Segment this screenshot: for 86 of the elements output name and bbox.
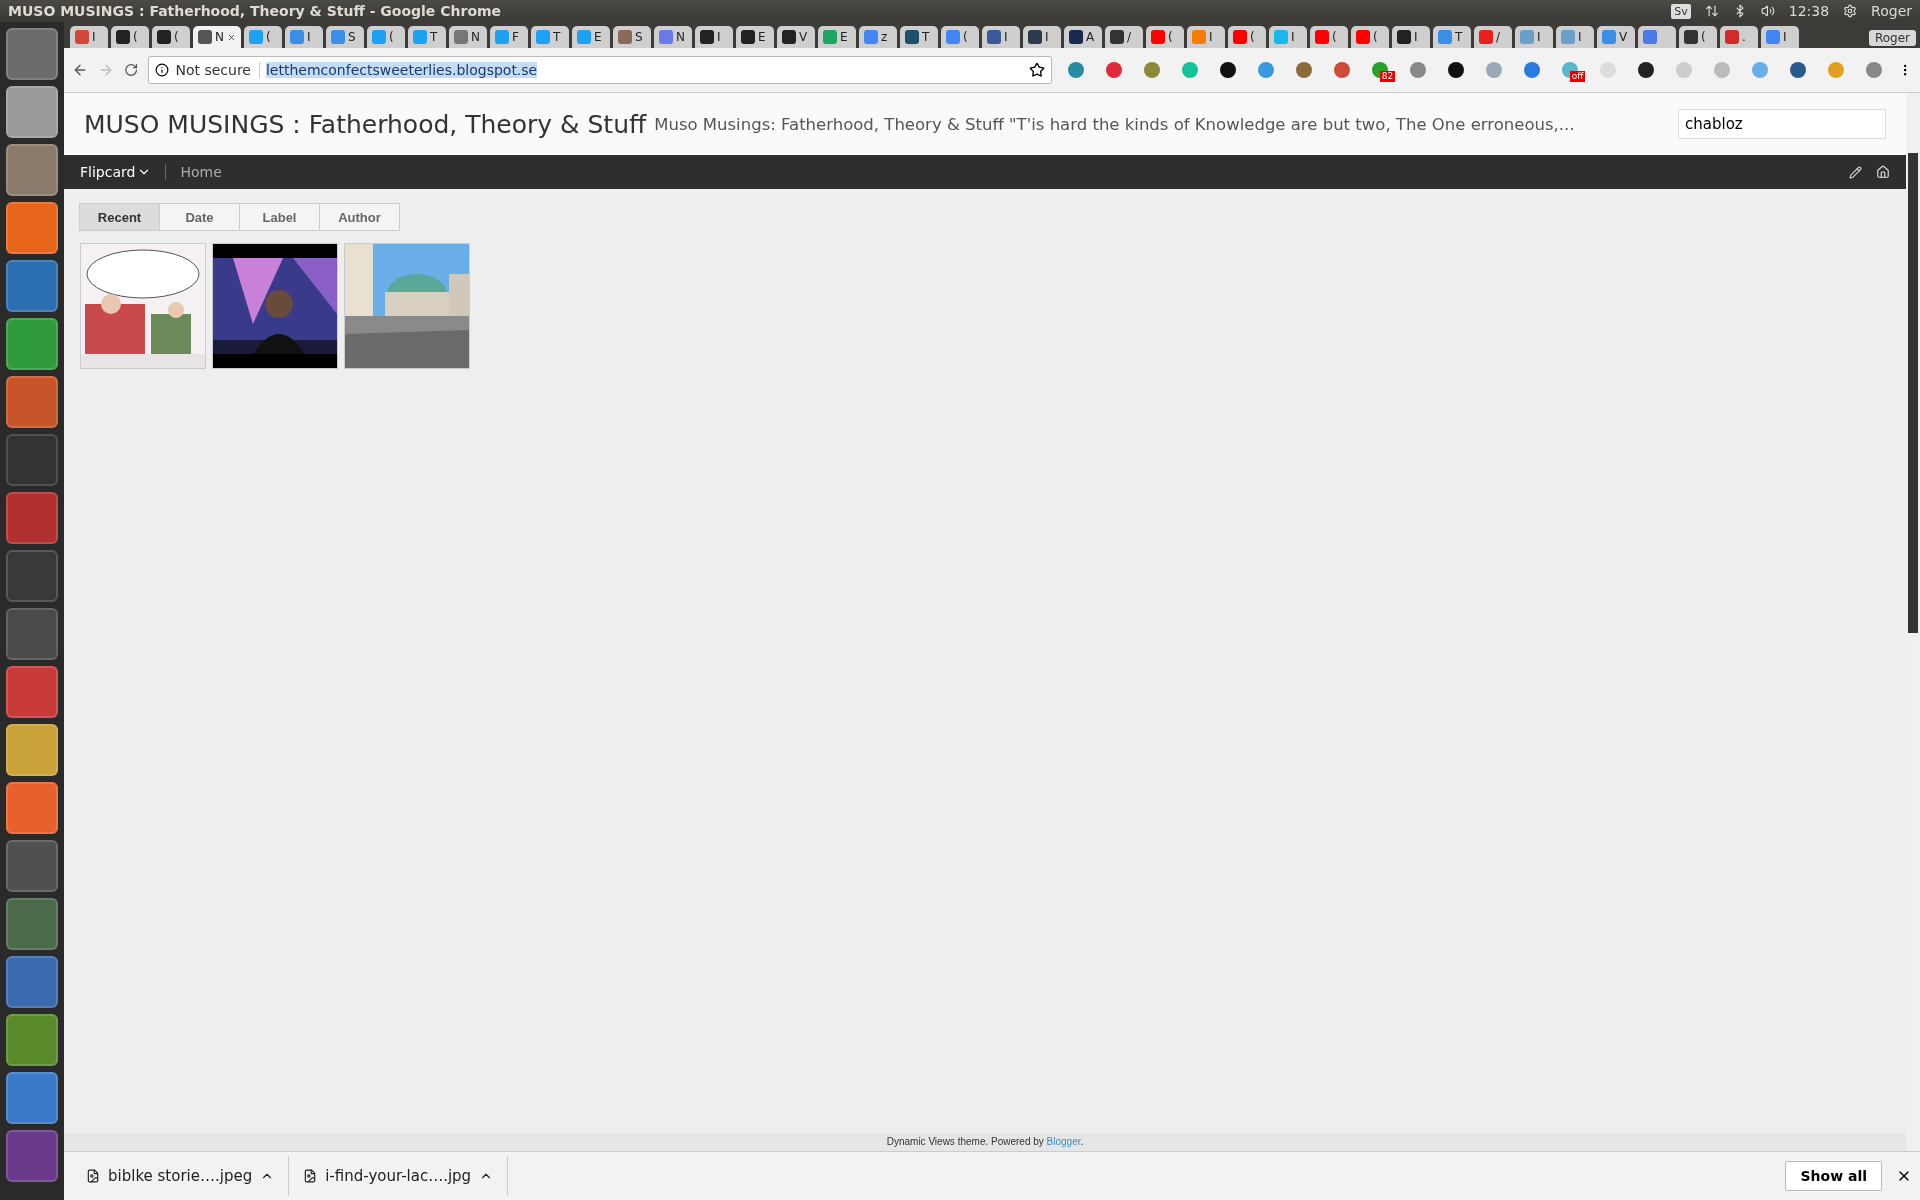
browser-tab[interactable]: ( [367,26,405,48]
blog-description: Muso Musings: Fatherhood, Theory & Stuff "T'is hard the kinds of Knowledge are but two, The One erroneous,... [654,114,1576,134]
app-launcher-icon[interactable] [6,550,58,602]
user-name[interactable]: Roger [1871,3,1912,19]
browser-tab[interactable]: I [695,26,733,48]
app-launcher-icon[interactable] [6,840,58,892]
network-icon[interactable] [1704,4,1719,18]
browser-tab[interactable]: ( [152,26,190,48]
extension-icon[interactable] [1637,62,1654,78]
browser-tab[interactable]: S [613,26,651,48]
view-tab[interactable]: Author [319,203,400,231]
browser-tab[interactable] [1638,26,1676,48]
settings-icon[interactable] [1843,4,1858,18]
browser-tab[interactable]: . [1720,26,1758,48]
show-all-button[interactable]: Show all [1785,1161,1882,1191]
browser-tab[interactable]: z [859,26,897,48]
clock[interactable]: 12:38 [1788,3,1830,19]
download-item[interactable]: i-find-your-lac….jpg [289,1156,509,1196]
browser-tab[interactable]: ( [1228,26,1266,48]
browser-tab[interactable]: E [818,26,856,48]
download-item[interactable]: biblke storie….jpeg [72,1156,290,1196]
browser-tab[interactable]: T [1433,26,1471,48]
view-tab[interactable]: Recent [79,203,160,231]
extension-badge: off [1569,71,1586,82]
browser-tab[interactable]: I [285,26,323,48]
view-menu[interactable]: Flipcard [80,164,167,180]
image-file-icon [86,1169,100,1183]
browser-tab[interactable]: ( [941,26,979,48]
blog-title: MUSO MUSINGS : Fatherhood, Theory & Stuff [84,109,647,139]
browser-tab[interactable]: I [1187,26,1225,48]
browser-tab[interactable]: I [1392,26,1430,48]
browser-tab[interactable]: T [408,26,446,48]
view-tab[interactable]: Label [239,203,320,231]
browser-tab[interactable]: T [531,26,569,48]
browser-tab[interactable]: / [1105,26,1143,48]
browser-tab[interactable]: T [900,26,938,48]
browser-tab[interactable]: F [490,26,528,48]
home-link[interactable]: Home [180,164,1835,180]
app-launcher-icon[interactable] [6,28,58,80]
browser-tab[interactable]: E [736,26,774,48]
extension-icon[interactable] [1789,62,1806,78]
browser-tab[interactable]: ( [1351,26,1389,48]
window-title: MUSO MUSINGS : Fatherhood, Theory & Stuff - Google Chrome [8,3,503,19]
browser-tab[interactable]: ( [111,26,149,48]
reload-icon[interactable] [124,62,139,78]
pencil-icon[interactable] [1849,165,1862,179]
address-bar[interactable]: Not secure letthemconfectsweeterlies.blogspot.se [148,56,1052,84]
browser-tab[interactable]: I [982,26,1020,48]
app-launcher-icon[interactable] [6,956,58,1008]
browser-tab[interactable]: ( [244,26,282,48]
scrollbar-thumb[interactable] [1908,153,1918,633]
extension-icon[interactable] [1219,62,1236,78]
browser-tab[interactable]: ( [1310,26,1348,48]
image-file-icon [303,1169,318,1183]
keyboard-layout-indicator[interactable]: Sv [1671,3,1691,19]
browser-tab[interactable]: ( [1679,26,1717,48]
browser-tab[interactable]: N [193,26,241,48]
browser-tab[interactable]: V [1597,26,1635,48]
browser-tab[interactable]: I [1515,26,1553,48]
browser-tab[interactable]: I [70,26,108,48]
app-launcher-icon[interactable] [6,898,58,950]
search-field[interactable]: chabloz [1678,109,1886,139]
browser-tab[interactable]: ( [1146,26,1184,48]
browser-tab[interactable]: I [1023,26,1061,48]
browser-tab[interactable]: N [654,26,692,48]
browser-tab[interactable]: I [1556,26,1594,48]
app-launcher-icon[interactable] [6,608,58,660]
app-launcher-icon[interactable] [6,1130,58,1182]
browser-tab[interactable]: I [1269,26,1307,48]
footer-text: Dynamic Views theme. Powered by Blogger. [64,1133,1906,1151]
extension-badge: 82 [1379,71,1396,82]
home-icon[interactable] [1876,165,1890,179]
profile-button[interactable]: Roger [1868,30,1916,46]
browser-tab[interactable]: E [572,26,610,48]
browser-tab[interactable]: V [777,26,815,48]
browser-tab[interactable]: N [449,26,487,48]
browser-tab[interactable]: / [1474,26,1512,48]
browser-tab[interactable]: I [1761,26,1799,48]
bookmark-star-icon[interactable] [1028,62,1045,78]
volume-icon[interactable] [1760,4,1775,18]
browser-tab[interactable]: A [1064,26,1102,48]
view-tab[interactable]: Date [159,203,240,231]
extension-icon[interactable] [1447,62,1464,78]
info-icon[interactable] [155,63,170,77]
app-launcher-icon[interactable] [6,434,58,486]
browser-tab[interactable]: S [326,26,364,48]
